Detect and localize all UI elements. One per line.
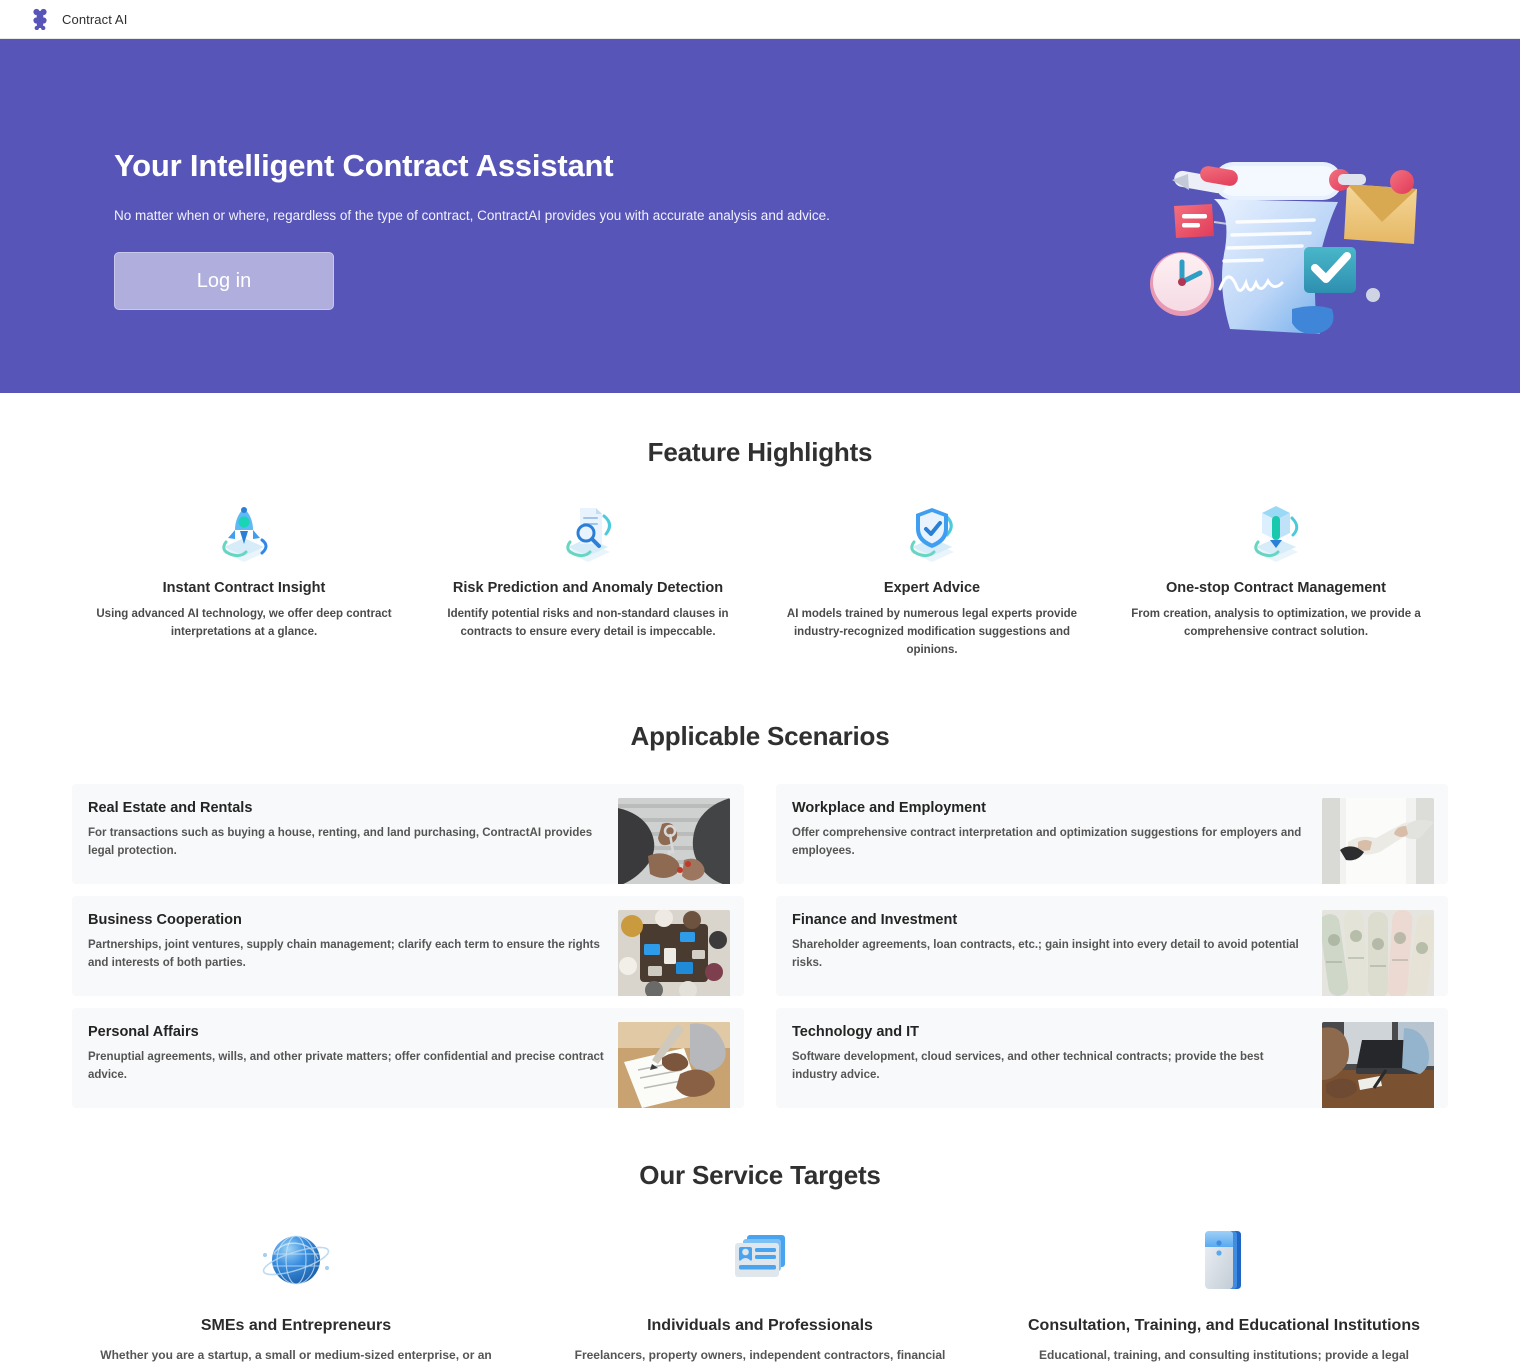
- hero-content: Your Intelligent Contract Assistant No m…: [114, 147, 874, 311]
- scenario-card-real-estate[interactable]: Real Estate and Rentals For transactions…: [72, 784, 744, 885]
- scenario-card-technology[interactable]: Technology and IT Software development, …: [776, 1008, 1448, 1109]
- target-title: Consultation, Training, and Educational …: [1028, 1317, 1420, 1335]
- target-description: Whether you are a startup, a small or me…: [100, 1348, 492, 1363]
- id-card-icon: [723, 1223, 797, 1297]
- scenario-title: Real Estate and Rentals: [88, 800, 253, 817]
- handing-house-keys-photo: [618, 798, 730, 885]
- feature-grid: Instant Contract Insight Using advanced …: [0, 502, 1520, 659]
- scenario-title: Workplace and Employment: [792, 800, 986, 817]
- scenario-grid: Real Estate and Rentals For transactions…: [0, 784, 1520, 1109]
- target-card-individuals: Individuals and Professionals Freelancer…: [528, 1223, 992, 1365]
- scenario-card-business[interactable]: Business Cooperation Partnerships, joint…: [72, 896, 744, 997]
- brand[interactable]: Contract AI: [30, 8, 128, 31]
- feature-highlights-section: Feature Highlights Instant Contract Insi…: [0, 393, 1520, 659]
- team-meeting-table-photo: [618, 910, 730, 997]
- document-magnifier-icon: [558, 502, 618, 562]
- brand-name: Contract AI: [62, 11, 128, 27]
- puzzle-cluster-icon: [30, 8, 50, 31]
- feature-title: Risk Prediction and Anomaly Detection: [452, 580, 724, 596]
- scenario-title: Personal Affairs: [88, 1024, 199, 1041]
- target-card-institutions: Consultation, Training, and Educational …: [992, 1223, 1456, 1365]
- feature-description: AI models trained by numerous legal expe…: [786, 608, 1078, 656]
- scenario-description: Shareholder agreements, loan contracts, …: [792, 939, 1299, 969]
- rocket-platform-icon: [214, 502, 274, 562]
- login-button[interactable]: Log in: [114, 252, 334, 311]
- feature-title: Instant Contract Insight: [162, 580, 326, 596]
- handing-document-photo: [1322, 798, 1434, 885]
- top-navbar: Contract AI: [0, 0, 1520, 39]
- scenario-description: Offer comprehensive contract interpretat…: [792, 827, 1302, 857]
- feature-highlights-heading: Feature Highlights: [647, 437, 873, 467]
- target-title: Individuals and Professionals: [647, 1317, 873, 1335]
- hero-subtitle: No matter when or where, regardless of t…: [114, 208, 830, 224]
- scenario-description: Prenuptial agreements, wills, and other …: [88, 1051, 604, 1081]
- target-card-smes: SMEs and Entrepreneurs Whether you are a…: [64, 1223, 528, 1365]
- target-grid: SMEs and Entrepreneurs Whether you are a…: [0, 1223, 1520, 1365]
- feature-title: One-stop Contract Management: [1166, 580, 1386, 596]
- feature-card: Risk Prediction and Anomaly Detection Id…: [416, 502, 760, 659]
- feature-card: Instant Contract Insight Using advanced …: [72, 502, 416, 659]
- applicable-scenarios-heading: Applicable Scenarios: [630, 721, 890, 752]
- service-targets-heading: Our Service Targets: [639, 1160, 881, 1191]
- feature-card: Expert Advice AI models trained by numer…: [760, 502, 1104, 659]
- hero-title: Your Intelligent Contract Assistant: [114, 148, 614, 183]
- signing-document-photo: [618, 1022, 730, 1109]
- feature-description: Using advanced AI technology, we offer d…: [96, 608, 392, 638]
- scenario-description: Software development, cloud services, an…: [792, 1051, 1264, 1081]
- laptop-office-meeting-photo: [1322, 1022, 1434, 1109]
- feature-title: Expert Advice: [883, 580, 981, 596]
- scenario-title: Finance and Investment: [792, 912, 958, 929]
- service-targets-section: Our Service Targets SMEs and Entrepreneu…: [0, 1108, 1520, 1365]
- scenario-title: Technology and IT: [792, 1024, 920, 1041]
- feature-description: From creation, analysis to optimization,…: [1131, 608, 1421, 638]
- target-description: Educational, training, and consulting in…: [1038, 1348, 1410, 1363]
- cube-stack-icon: [1246, 502, 1306, 562]
- contract-scroll-illustration: [1142, 144, 1442, 339]
- feature-card: One-stop Contract Management From creati…: [1104, 502, 1448, 659]
- scenario-description: For transactions such as buying a house,…: [88, 827, 593, 857]
- feature-description: Identify potential risks and non-standar…: [447, 608, 729, 638]
- hero-section: Your Intelligent Contract Assistant No m…: [0, 39, 1520, 393]
- rolled-banknotes-photo: [1322, 910, 1434, 997]
- shield-check-icon: [902, 502, 962, 562]
- scenario-description: Partnerships, joint ventures, supply cha…: [88, 939, 600, 969]
- target-description: Freelancers, property owners, independen…: [574, 1348, 946, 1363]
- blue-globe-icon: [259, 1223, 333, 1297]
- notebook-icon: [1187, 1223, 1261, 1297]
- scenario-card-workplace[interactable]: Workplace and Employment Offer comprehen…: [776, 784, 1448, 885]
- target-title: SMEs and Entrepreneurs: [200, 1317, 392, 1335]
- applicable-scenarios-section: Applicable Scenarios Real Estate and Ren…: [0, 659, 1520, 1109]
- scenario-card-finance[interactable]: Finance and Investment Shareholder agree…: [776, 896, 1448, 997]
- scenario-title: Business Cooperation: [88, 912, 242, 929]
- scenario-card-personal[interactable]: Personal Affairs Prenuptial agreements, …: [72, 1008, 744, 1109]
